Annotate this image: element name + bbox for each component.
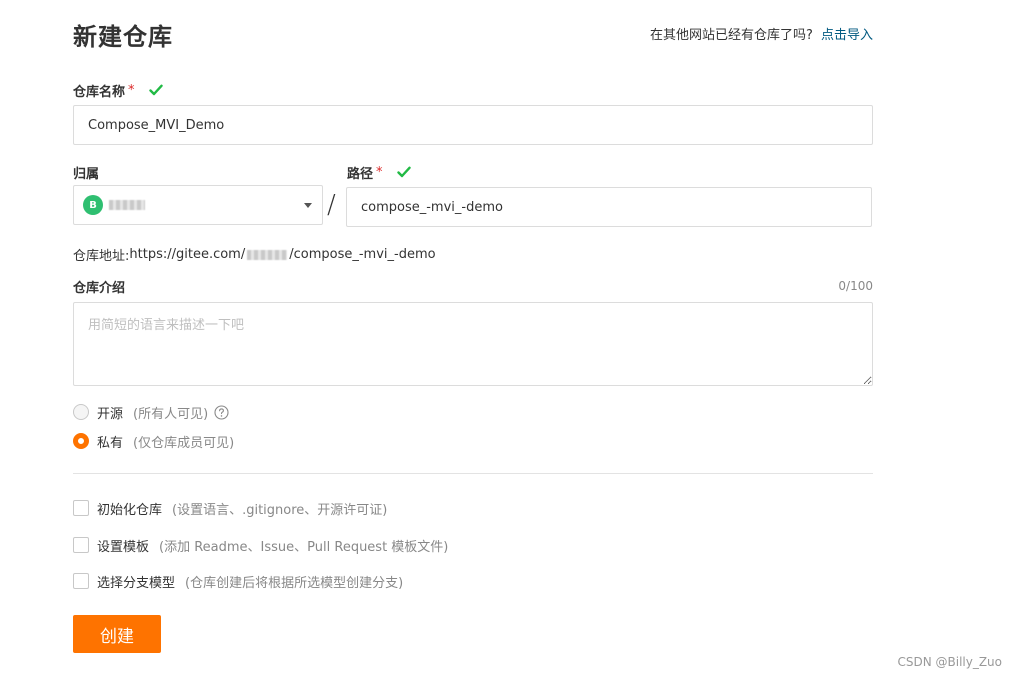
char-counter: 0/100 xyxy=(838,279,873,293)
visibility-public-option[interactable]: 开源 (所有人可见) xyxy=(73,402,229,422)
repo-address: 仓库地址: https://gitee.com/ /compose_-mvi_-… xyxy=(73,245,436,264)
blurred-username xyxy=(247,249,288,260)
new-repo-form: 新建仓库 在其他网站已经有仓库了吗? 点击导入 仓库名称 * Compose_M… xyxy=(73,0,873,653)
create-button[interactable]: 创建 xyxy=(73,615,161,653)
path-label-text: 路径 xyxy=(347,166,374,182)
template-option[interactable]: 设置模板 (添加 Readme、Issue、Pull Request 模板文件) xyxy=(73,535,448,555)
check-icon xyxy=(148,84,163,96)
owner-select[interactable]: B xyxy=(73,185,323,225)
init-repo-label: 初始化仓库 xyxy=(97,502,163,518)
radio-private[interactable] xyxy=(73,433,89,449)
template-label: 设置模板 xyxy=(97,539,150,555)
branch-model-note: (仓库创建后将根据所选模型创建分支) xyxy=(185,575,404,591)
public-note: (所有人可见) xyxy=(133,406,209,422)
check-icon xyxy=(396,166,411,178)
avatar: B xyxy=(83,195,103,215)
branch-model-checkbox[interactable] xyxy=(73,573,89,589)
owner-label: 归属 xyxy=(73,162,99,182)
help-icon[interactable] xyxy=(214,404,229,420)
page-header: 新建仓库 在其他网站已经有仓库了吗? 点击导入 xyxy=(73,0,873,70)
import-hint: 在其他网站已经有仓库了吗? 点击导入 xyxy=(650,24,873,43)
import-link[interactable]: 点击导入 xyxy=(821,28,873,43)
page-title: 新建仓库 xyxy=(73,23,173,51)
radio-public[interactable] xyxy=(73,404,89,420)
owner-label-text: 归属 xyxy=(73,166,100,182)
required-mark: * xyxy=(128,82,135,98)
repo-name-label: 仓库名称 * xyxy=(73,80,163,100)
blurred-username xyxy=(109,200,145,210)
public-label: 开源 xyxy=(97,406,124,422)
description-label-text: 仓库介绍 xyxy=(73,280,126,296)
import-hint-text: 在其他网站已经有仓库了吗? xyxy=(649,28,813,43)
repo-address-prefix: https://gitee.com/ xyxy=(129,247,246,262)
repo-name-label-text: 仓库名称 xyxy=(73,84,126,100)
visibility-private-option[interactable]: 私有 (仅仓库成员可见) xyxy=(73,431,234,451)
private-label: 私有 xyxy=(97,435,124,451)
path-input[interactable]: compose_-mvi_-demo xyxy=(346,187,872,227)
description-label: 仓库介绍 xyxy=(73,276,125,296)
path-label: 路径 * xyxy=(347,162,411,182)
init-repo-note: (设置语言、.gitignore、开源许可证) xyxy=(172,502,388,518)
private-note: (仅仓库成员可见) xyxy=(133,435,235,451)
repo-address-label: 仓库地址: xyxy=(73,249,130,264)
repo-name-input[interactable]: Compose_MVI_Demo xyxy=(73,105,873,145)
branch-model-label: 选择分支模型 xyxy=(97,575,176,591)
chevron-down-icon xyxy=(304,203,312,208)
description-textarea[interactable] xyxy=(73,302,873,386)
path-separator: / xyxy=(327,190,336,220)
init-repo-option[interactable]: 初始化仓库 (设置语言、.gitignore、开源许可证) xyxy=(73,498,387,518)
template-note: (添加 Readme、Issue、Pull Request 模板文件) xyxy=(159,539,449,555)
init-repo-checkbox[interactable] xyxy=(73,500,89,516)
divider xyxy=(73,473,873,474)
template-checkbox[interactable] xyxy=(73,537,89,553)
branch-model-option[interactable]: 选择分支模型 (仓库创建后将根据所选模型创建分支) xyxy=(73,571,403,591)
required-mark: * xyxy=(376,164,383,180)
watermark: CSDN @Billy_Zuo xyxy=(897,655,1002,669)
repo-address-suffix: /compose_-mvi_-demo xyxy=(289,247,436,262)
